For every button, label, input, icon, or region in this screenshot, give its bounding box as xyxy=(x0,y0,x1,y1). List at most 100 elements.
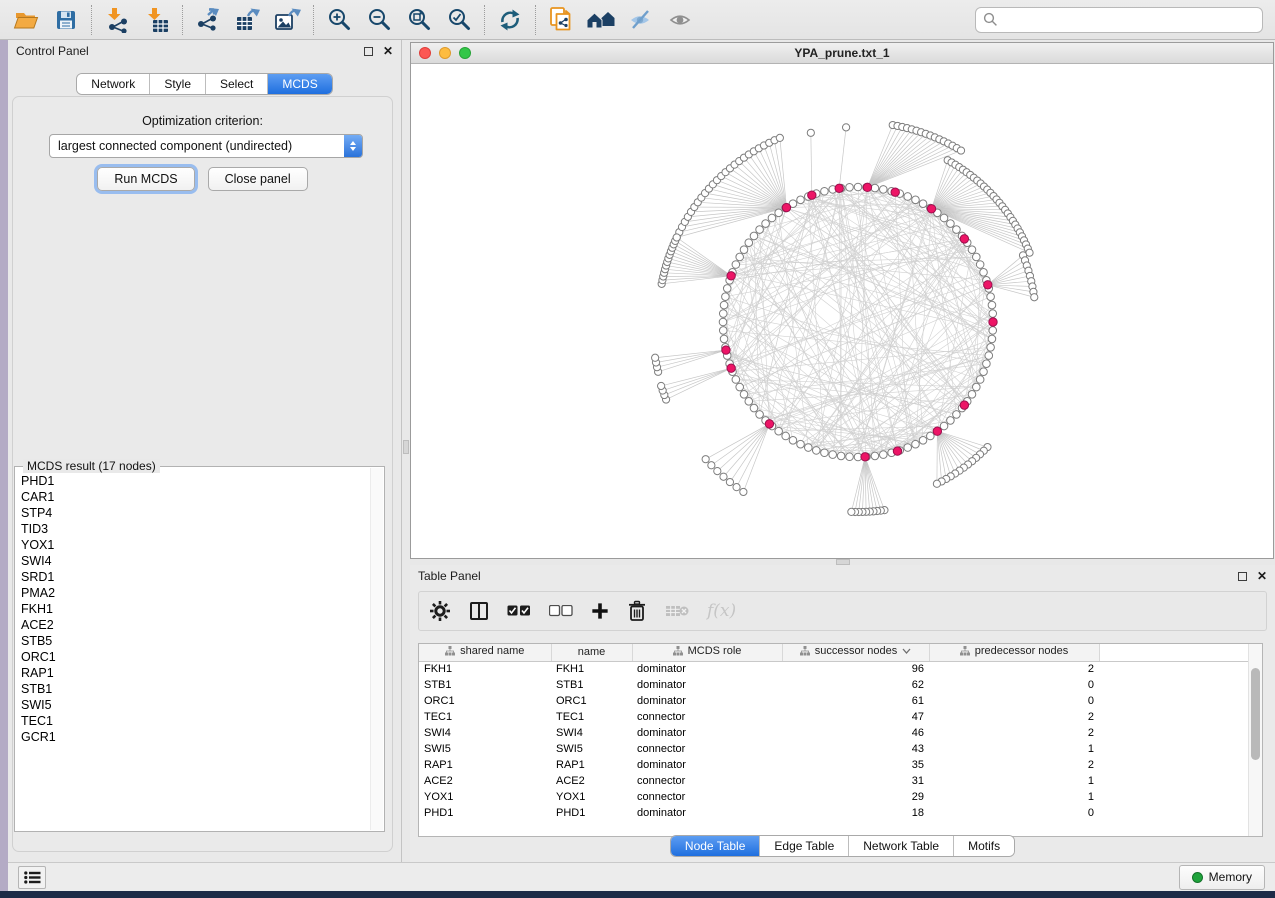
column-header-successor-nodes[interactable]: successor nodes xyxy=(782,644,929,661)
table-cell[interactable]: connector xyxy=(632,741,782,757)
export-network-button[interactable] xyxy=(188,3,228,37)
function-builder-button[interactable]: f(x) xyxy=(707,601,736,621)
table-cell[interactable]: 61 xyxy=(782,693,929,709)
table-row[interactable]: FKH1FKH1dominator962 xyxy=(419,661,1262,677)
delete-column-button[interactable] xyxy=(627,600,647,622)
graph-node-mcds[interactable] xyxy=(727,272,735,280)
graph-node[interactable] xyxy=(723,285,731,293)
graph-node[interactable] xyxy=(919,200,927,208)
import-table-button[interactable] xyxy=(137,3,177,37)
graph-node[interactable] xyxy=(846,183,854,191)
tab-style[interactable]: Style xyxy=(149,74,205,94)
zoom-fit-button[interactable] xyxy=(399,3,439,37)
graph-node[interactable] xyxy=(980,368,988,376)
graph-node[interactable] xyxy=(789,437,797,445)
graph-node[interactable] xyxy=(973,383,981,391)
table-row[interactable]: PHD1PHD1dominator180 xyxy=(419,805,1262,821)
table-cell[interactable]: dominator xyxy=(632,757,782,773)
table-row[interactable]: TEC1TEC1connector472 xyxy=(419,709,1262,725)
graph-node[interactable] xyxy=(797,440,805,448)
graph-node[interactable] xyxy=(940,422,948,430)
graph-node[interactable] xyxy=(673,234,680,241)
table-row[interactable]: ACE2ACE2connector311 xyxy=(419,773,1262,789)
tab-motifs[interactable]: Motifs xyxy=(953,836,1014,856)
close-panel-button[interactable]: Close panel xyxy=(208,167,308,191)
table-cell[interactable]: TEC1 xyxy=(551,709,632,725)
graph-node[interactable] xyxy=(976,376,984,384)
mcds-result-item[interactable]: STP4 xyxy=(16,505,370,521)
graph-node[interactable] xyxy=(988,335,996,343)
table-cell[interactable]: dominator xyxy=(632,677,782,693)
table-cell[interactable]: ACE2 xyxy=(551,773,632,789)
graph-node[interactable] xyxy=(797,196,805,204)
graph-node[interactable] xyxy=(762,220,770,228)
graph-node[interactable] xyxy=(736,253,744,261)
tab-network[interactable]: Network xyxy=(77,74,149,94)
table-cell[interactable]: 0 xyxy=(929,805,1099,821)
table-cell[interactable]: dominator xyxy=(632,725,782,741)
table-cell[interactable]: STB1 xyxy=(551,677,632,693)
graph-node[interactable] xyxy=(987,343,995,351)
first-neighbors-button[interactable] xyxy=(581,3,621,37)
graph-node-mcds[interactable] xyxy=(989,318,997,326)
tab-node-table[interactable]: Node Table xyxy=(671,836,760,856)
table-cell[interactable]: dominator xyxy=(632,805,782,821)
table-cell[interactable]: 96 xyxy=(782,661,929,677)
mcds-result-item[interactable]: PHD1 xyxy=(16,473,370,489)
table-cell[interactable]: 0 xyxy=(929,677,1099,693)
graph-node[interactable] xyxy=(740,246,748,254)
graph-node[interactable] xyxy=(821,187,829,195)
export-table-button[interactable] xyxy=(228,3,268,37)
column-header-name[interactable]: name xyxy=(551,644,632,661)
table-row[interactable]: RAP1RAP1dominator352 xyxy=(419,757,1262,773)
graph-node[interactable] xyxy=(733,484,740,491)
tab-edge-table[interactable]: Edge Table xyxy=(759,836,848,856)
graph-node[interactable] xyxy=(775,209,783,217)
column-header-predecessor-nodes[interactable]: predecessor nodes xyxy=(929,644,1099,661)
graph-node-mcds[interactable] xyxy=(861,453,869,461)
mcds-result-item[interactable]: SRD1 xyxy=(16,569,370,585)
graph-node[interactable] xyxy=(745,239,753,247)
table-scrollbar-thumb[interactable] xyxy=(1251,668,1260,760)
table-cell[interactable]: 47 xyxy=(782,709,929,725)
mcds-result-item[interactable]: YOX1 xyxy=(16,537,370,553)
apply-layout-button[interactable] xyxy=(490,3,530,37)
table-cell[interactable]: connector xyxy=(632,773,782,789)
table-row[interactable]: SWI5SWI5connector431 xyxy=(419,741,1262,757)
tab-network-table[interactable]: Network Table xyxy=(848,836,953,856)
mcds-result-item[interactable]: TID3 xyxy=(16,521,370,537)
graph-node[interactable] xyxy=(722,293,730,301)
table-cell[interactable]: ORC1 xyxy=(551,693,632,709)
graph-node[interactable] xyxy=(988,301,996,309)
graph-node-mcds[interactable] xyxy=(960,235,968,243)
hide-selected-button[interactable] xyxy=(621,3,661,37)
table-cell[interactable]: 35 xyxy=(782,757,929,773)
graph-node[interactable] xyxy=(745,398,753,406)
graph-node-mcds[interactable] xyxy=(893,447,901,455)
table-cell[interactable]: dominator xyxy=(632,693,782,709)
graph-node[interactable] xyxy=(989,327,997,335)
table-cell[interactable]: 2 xyxy=(929,757,1099,773)
graph-node[interactable] xyxy=(983,360,991,368)
graph-node[interactable] xyxy=(947,417,955,425)
mcds-result-item[interactable]: STB1 xyxy=(16,681,370,697)
table-cell[interactable]: 46 xyxy=(782,725,929,741)
graph-node-mcds[interactable] xyxy=(960,401,968,409)
tab-select[interactable]: Select xyxy=(205,74,267,94)
graph-node[interactable] xyxy=(953,411,961,419)
splitter-handle[interactable] xyxy=(403,440,409,454)
graph-node[interactable] xyxy=(750,232,758,240)
graph-node[interactable] xyxy=(768,214,776,222)
search-input[interactable] xyxy=(1003,13,1255,27)
graph-node-mcds[interactable] xyxy=(808,191,816,199)
table-cell[interactable]: 1 xyxy=(929,789,1099,805)
table-cell[interactable]: dominator xyxy=(632,661,782,677)
open-session-button[interactable] xyxy=(6,3,46,37)
graph-node[interactable] xyxy=(782,432,790,440)
graph-node[interactable] xyxy=(719,327,727,335)
graph-node[interactable] xyxy=(1031,294,1038,301)
vertical-splitter[interactable] xyxy=(402,40,410,862)
float-panel-icon[interactable] xyxy=(364,47,373,56)
mcds-result-item[interactable]: CAR1 xyxy=(16,489,370,505)
table-cell[interactable]: 2 xyxy=(929,725,1099,741)
